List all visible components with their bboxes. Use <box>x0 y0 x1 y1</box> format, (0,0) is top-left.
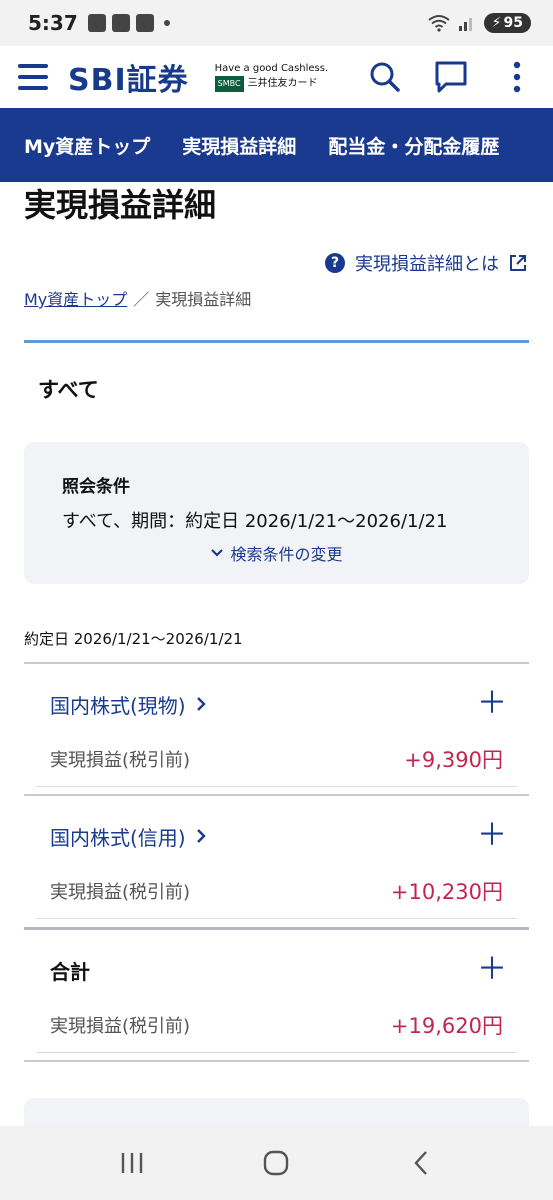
breadcrumb-home[interactable]: My資産トップ <box>24 286 127 310</box>
tab-indicator <box>24 340 529 343</box>
search-conditions-box: 照会条件 すべて、期間：約定日 2026/1/21〜2026/1/21 検索条件… <box>24 442 529 584</box>
chart-notification-icon <box>87 14 106 32</box>
change-conditions-button[interactable]: 検索条件の変更 <box>62 541 491 565</box>
row-label: 実現損益(税引前) <box>50 1016 191 1037</box>
conditions-text: すべて、期間：約定日 2026/1/21〜2026/1/21 <box>62 511 448 532</box>
battery-indicator: ⚡ 95 <box>483 13 531 33</box>
help-link[interactable]: ? 実現損益詳細とは <box>325 250 527 276</box>
question-icon: ? <box>325 253 345 273</box>
nav-dividend-history[interactable]: 配当金・分配金履歴 <box>328 132 499 159</box>
help-link-label: 実現損益詳細とは <box>355 254 499 275</box>
wifi-icon <box>428 15 450 32</box>
realized-pl-value: +10,230円 <box>390 880 503 904</box>
row-label: 実現損益(税引前) <box>50 750 191 771</box>
app-header: SBI証券 Have a good Cashless. SMBC 三井住友カード <box>0 46 553 108</box>
realized-pl-value: +19,620円 <box>390 1014 503 1038</box>
breadcrumb-current: 実現損益詳細 <box>155 290 252 309</box>
menu-icon[interactable] <box>18 64 48 90</box>
breadcrumb: My資産トップ ／ 実現損益詳細 <box>24 286 251 310</box>
battery-level: 95 <box>503 15 523 31</box>
external-link-icon <box>510 255 526 271</box>
table-row: 実現損益(税引前) +10,230円 <box>36 876 517 919</box>
more-vertical-icon[interactable] <box>499 59 535 95</box>
card-label: 三井住友カード <box>247 78 318 89</box>
back-icon[interactable] <box>401 1143 441 1183</box>
table-row: 実現損益(税引前) +19,620円 <box>36 1010 517 1053</box>
nav-realized-pl-detail[interactable]: 実現損益詳細 <box>182 132 296 159</box>
search-icon[interactable] <box>367 59 403 95</box>
date-range-label: 約定日 2026/1/21〜2026/1/21 <box>24 630 243 648</box>
expand-plus-icon[interactable]: ＋ <box>477 955 507 985</box>
tab-all[interactable]: すべて <box>38 374 99 404</box>
section-title: 国内株式(現物) <box>50 693 186 718</box>
main-nav: My資産トップ 実現損益詳細 配当金・分配金履歴 <box>0 108 553 182</box>
status-bar: 5:37 ⚡ 95 <box>0 0 553 46</box>
sbi-logo[interactable]: SBI証券 <box>68 55 189 99</box>
calendar-notification-icon <box>135 14 154 32</box>
realized-pl-value: +9,390円 <box>404 748 503 772</box>
status-time: 5:37 <box>28 11 78 35</box>
chevron-right-icon <box>196 697 206 711</box>
recent-apps-icon[interactable] <box>112 1143 152 1183</box>
app-notification-icon <box>111 14 130 32</box>
divider <box>24 1060 529 1062</box>
section-total: 合計 ＋ 実現損益(税引前) +19,620円 <box>24 927 529 1053</box>
chevron-right-icon <box>196 829 206 843</box>
page-title: 実現損益詳細 <box>24 186 217 224</box>
home-icon[interactable] <box>256 1143 296 1183</box>
expand-plus-icon[interactable]: ＋ <box>477 689 507 719</box>
chat-icon[interactable] <box>433 59 469 95</box>
section-domestic-margin: 国内株式(信用) ＋ 実現損益(税引前) +10,230円 <box>24 794 529 919</box>
change-conditions-label: 検索条件の変更 <box>230 545 343 564</box>
breadcrumb-separator: ／ <box>133 290 150 309</box>
charging-bolt-icon: ⚡ <box>491 15 502 31</box>
cashless-tagline: Have a good Cashless. <box>214 63 329 74</box>
expand-plus-icon[interactable]: ＋ <box>477 821 507 851</box>
section-link-domestic-margin[interactable]: 国内株式(信用) <box>50 822 206 851</box>
section-title-total: 合計 <box>50 959 90 984</box>
section-domestic-cash: 国内株式(現物) ＋ 実現損益(税引前) +9,390円 <box>24 662 529 787</box>
signal-icon <box>458 18 472 31</box>
conditions-title: 照会条件 <box>62 477 130 497</box>
nav-my-assets-top[interactable]: My資産トップ <box>24 132 150 159</box>
section-title: 国内株式(信用) <box>50 825 186 850</box>
chevron-down-icon <box>211 549 224 557</box>
more-notifications-icon <box>163 20 170 26</box>
section-link-domestic-cash[interactable]: 国内株式(現物) <box>50 690 206 719</box>
cashless-banner[interactable]: Have a good Cashless. SMBC 三井住友カード <box>214 62 329 92</box>
row-label: 実現損益(税引前) <box>50 882 191 903</box>
notification-icons <box>87 14 170 32</box>
table-row: 実現損益(税引前) +9,390円 <box>36 744 517 787</box>
smbc-logo: SMBC <box>214 76 244 92</box>
system-navigation-bar <box>0 1126 553 1200</box>
